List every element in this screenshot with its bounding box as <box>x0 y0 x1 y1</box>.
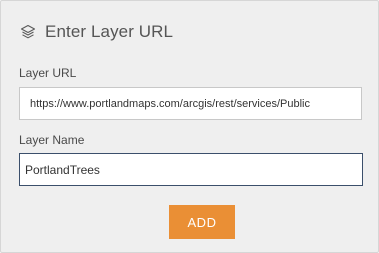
layer-name-input[interactable] <box>19 153 363 186</box>
layer-url-input[interactable] <box>19 87 362 120</box>
panel-title: Enter Layer URL <box>45 22 174 41</box>
layers-icon <box>19 23 37 41</box>
layer-url-label: Layer URL <box>19 66 77 80</box>
panel-header: Enter Layer URL <box>19 19 173 45</box>
layer-name-label: Layer Name <box>19 133 85 147</box>
enter-layer-url-panel: Enter Layer URL Layer URL Layer Name ADD <box>0 0 379 253</box>
add-button[interactable]: ADD <box>169 205 235 239</box>
